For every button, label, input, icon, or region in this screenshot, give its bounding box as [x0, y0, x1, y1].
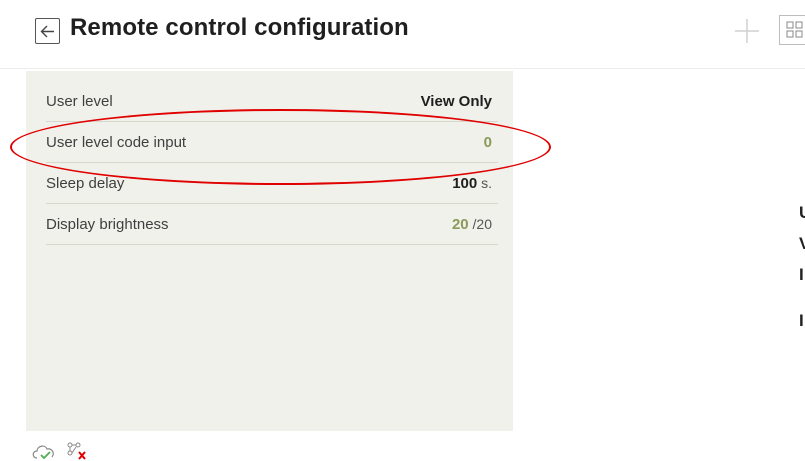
network-error-icon	[67, 442, 86, 460]
status-bar	[30, 441, 92, 461]
setting-row-display-brightness[interactable]: Display brightness 20 /20	[46, 204, 498, 245]
brightness-value: 20	[451, 215, 469, 233]
page: Remote control configuration User level …	[0, 0, 805, 461]
user-level-code-value: 0	[483, 133, 492, 151]
setting-label: User level code input	[46, 133, 187, 151]
setting-value: View Only	[421, 93, 498, 110]
settings-panel: User level View Only User level code inp…	[26, 71, 513, 431]
add-button[interactable]	[732, 16, 762, 46]
setting-row-sleep-delay[interactable]: Sleep delay 100 s.	[46, 163, 498, 204]
cutoff-text: U	[799, 203, 805, 223]
sleep-delay-unit: s.	[477, 175, 492, 191]
setting-value: 20 /20	[452, 216, 498, 233]
grid-icon	[786, 21, 803, 38]
back-button[interactable]	[35, 18, 60, 44]
unit-text: /20	[472, 215, 492, 232]
grid-view-button[interactable]	[779, 15, 805, 45]
setting-value: 0	[484, 134, 498, 151]
setting-label: Display brightness	[46, 215, 169, 233]
brightness-max: /20	[469, 216, 492, 232]
header-divider	[0, 68, 805, 69]
cutoff-text: I	[799, 265, 804, 284]
cutoff-text: I	[799, 311, 804, 330]
page-title: Remote control configuration	[70, 14, 409, 41]
user-level-value: View Only	[420, 92, 492, 110]
cutoff-text: V	[799, 234, 805, 253]
cloud-check-icon	[32, 445, 54, 460]
setting-label: User level	[46, 92, 113, 110]
setting-row-user-level[interactable]: User level View Only	[46, 81, 498, 122]
setting-label: Sleep delay	[46, 174, 125, 192]
unit-text: s.	[481, 174, 492, 191]
sleep-delay-value: 100	[452, 174, 478, 192]
plus-icon	[735, 19, 759, 43]
setting-row-user-level-code[interactable]: User level code input 0	[46, 122, 498, 163]
setting-value: 100 s.	[452, 175, 498, 192]
arrow-left-icon	[40, 25, 54, 37]
